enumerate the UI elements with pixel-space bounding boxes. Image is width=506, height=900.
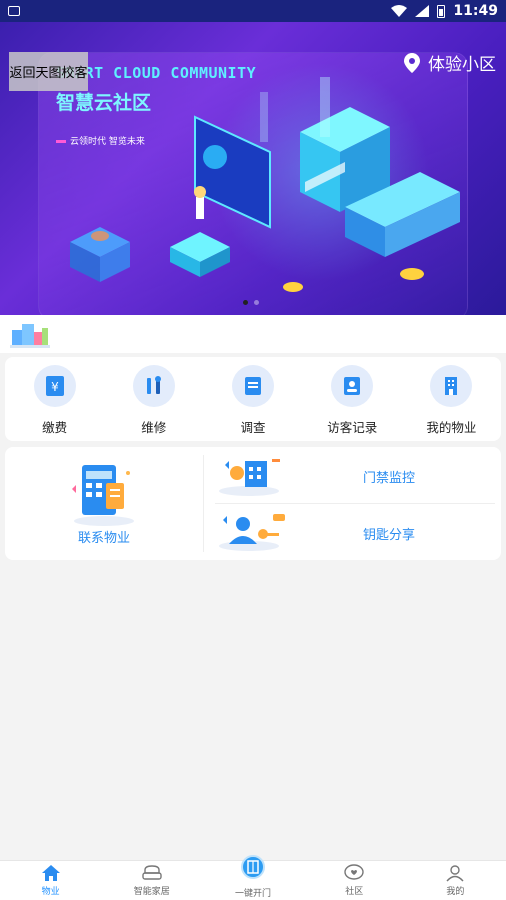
- quick-action-label: 缴费: [42, 420, 68, 435]
- key-share-label: 钥匙分享: [363, 528, 416, 543]
- quick-action-visitor-record[interactable]: 访客记录: [303, 357, 402, 441]
- tab-me[interactable]: 我的: [405, 861, 506, 900]
- tab-label: 我的: [446, 887, 465, 897]
- brand-tagline: 云领时代 智览未来: [56, 134, 145, 147]
- door-icon: [241, 855, 265, 879]
- bottom-tab-bar: 物业 智能家居 一键开门 社区 我的: [0, 855, 506, 900]
- status-time: 11:49: [453, 3, 498, 19]
- feature-card: 联系物业 门禁监控 钥匙分享: [5, 447, 501, 560]
- heart-chat-icon: [344, 864, 364, 880]
- survey-icon: [232, 365, 274, 407]
- home-icon: [41, 865, 60, 881]
- quick-action-payment[interactable]: ¥ 缴费: [5, 357, 104, 441]
- back-button[interactable]: 返回天图校客: [9, 52, 88, 91]
- tab-smart-home[interactable]: 智能家居: [101, 861, 202, 900]
- tab-open-door[interactable]: 一键开门: [202, 855, 303, 900]
- signal-icon: [415, 5, 430, 17]
- tagline-bar: [56, 140, 66, 143]
- tab-label: 智能家居: [133, 887, 170, 897]
- sofa-icon: [142, 865, 162, 880]
- tab-label: 社区: [345, 887, 364, 897]
- wifi-icon: [391, 5, 408, 17]
- brand-subtitle: 智慧云社区: [56, 92, 152, 114]
- brand-tagline-text: 云领时代 智览未来: [70, 137, 145, 147]
- access-monitor-button[interactable]: 门禁监控: [211, 447, 495, 503]
- divider: [203, 455, 204, 552]
- tab-community[interactable]: 社区: [304, 861, 405, 900]
- payment-icon: ¥: [33, 365, 76, 407]
- access-monitor-illustration: [219, 459, 280, 496]
- key-share-button[interactable]: 钥匙分享: [211, 504, 495, 560]
- quick-action-label: 我的物业: [426, 420, 477, 435]
- status-bar: 11:49: [0, 0, 506, 22]
- access-monitor-label: 门禁监控: [363, 471, 416, 486]
- carousel-dot[interactable]: [254, 300, 259, 305]
- repair-icon: [132, 365, 175, 407]
- tab-label: 物业: [41, 887, 60, 897]
- contact-property-button[interactable]: 联系物业: [5, 447, 203, 560]
- my-property-icon: [430, 365, 473, 407]
- notification-icon: [8, 6, 20, 16]
- svg-text:¥: ¥: [51, 380, 59, 394]
- contact-property-label: 联系物业: [77, 531, 130, 546]
- hero-banner[interactable]: SMART CLOUD COMMUNITY 智慧云社区 云领时代 智览未来 返回…: [0, 22, 506, 315]
- location-pin-icon: [404, 52, 420, 73]
- tab-property[interactable]: 物业: [0, 861, 101, 900]
- user-icon: [446, 865, 464, 882]
- location-label: 体验小区: [428, 55, 496, 75]
- carousel-dot[interactable]: [243, 300, 248, 305]
- battery-icon: [437, 4, 446, 18]
- quick-actions: ¥ 缴费 维修 调查 访客记录 我的物业: [5, 357, 501, 441]
- key-share-illustration: [219, 514, 285, 551]
- quick-action-label: 调查: [240, 420, 266, 435]
- carousel-indicator: [243, 300, 259, 305]
- location-selector[interactable]: 体验小区: [404, 50, 496, 75]
- quick-action-my-property[interactable]: 我的物业: [402, 357, 501, 441]
- buildings-icon: [10, 324, 50, 348]
- quick-action-label: 访客记录: [327, 420, 378, 435]
- tab-label: 一键开门: [235, 889, 272, 899]
- quick-action-repair[interactable]: 维修: [104, 357, 203, 441]
- quick-action-survey[interactable]: 调查: [203, 357, 302, 441]
- visitor-record-icon: [331, 365, 374, 407]
- community-strip: [0, 315, 506, 353]
- contact-property-illustration: [72, 465, 134, 526]
- quick-action-label: 维修: [141, 420, 167, 435]
